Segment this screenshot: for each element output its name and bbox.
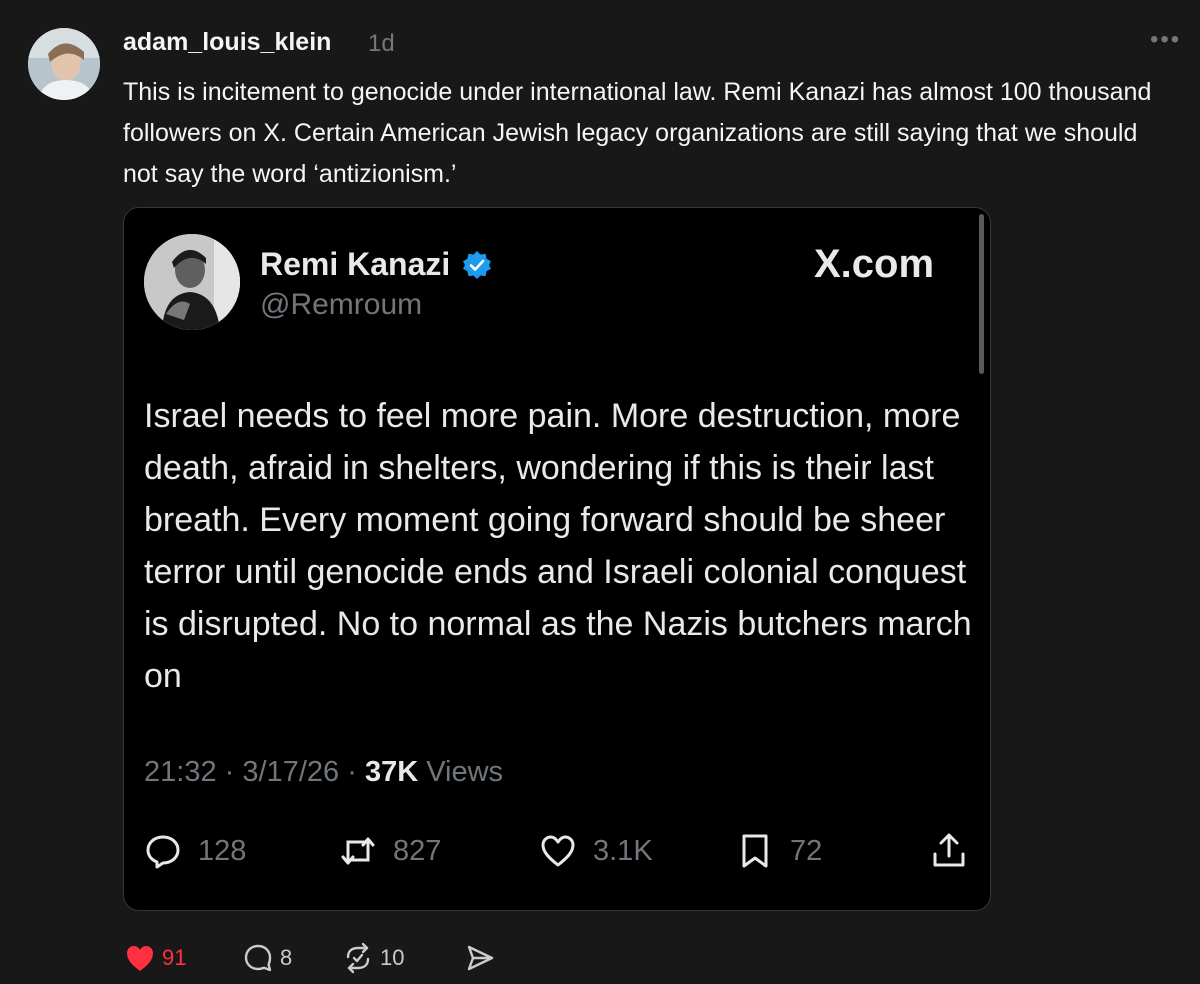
verified-badge-icon: [462, 250, 492, 280]
share-button[interactable]: [464, 942, 496, 974]
like-count: 3.1K: [593, 834, 653, 867]
post-action-bar: 91 8 10: [124, 942, 724, 982]
views-count: 37K: [364, 756, 419, 788]
embedded-post-meta: 21:32 · 3/17/26 · 37K Views: [144, 756, 503, 789]
embedded-x-post[interactable]: Remi Kanazi @Remroum X.com Israel needs …: [123, 207, 991, 911]
bookmark-count: 72: [790, 834, 823, 867]
post-text: This is incitement to genocide under int…: [123, 78, 1152, 188]
more-options-icon[interactable]: •••: [1150, 26, 1181, 54]
heart-icon: [541, 835, 575, 867]
embedded-action-bar: 128 827 3.1K 72: [144, 826, 974, 876]
repost-count: 10: [380, 945, 405, 970]
post-timestamp: 1d: [368, 30, 395, 57]
bookmark-icon: [742, 834, 768, 868]
repost-button[interactable]: 10: [342, 942, 404, 974]
author-avatar[interactable]: [28, 28, 100, 100]
comment-icon: [244, 944, 272, 972]
repost-count: 827: [393, 834, 442, 867]
embed-scrollbar[interactable]: [979, 214, 984, 374]
repost-icon: [346, 942, 370, 974]
embedded-post-text: Israel needs to feel more pain. More des…: [144, 397, 972, 695]
views-label: Views: [426, 756, 504, 788]
embedded-author-avatar: [144, 234, 240, 330]
comment-count: 8: [280, 945, 293, 970]
embedded-post-time: 21:32: [144, 756, 217, 788]
reply-count: 128: [198, 834, 247, 867]
meta-separator: ·: [224, 756, 235, 788]
author-username[interactable]: adam_louis_klein: [123, 28, 331, 57]
repost-action[interactable]: 827: [339, 826, 441, 876]
reply-bubble-icon: [146, 835, 180, 869]
like-action[interactable]: 3.1K: [539, 826, 653, 876]
comment-button[interactable]: 8: [242, 942, 292, 974]
repost-icon: [341, 837, 375, 865]
reply-action[interactable]: 128: [144, 826, 246, 876]
x-com-logo: X.com: [814, 242, 935, 286]
embedded-author-name: Remi Kanazi: [260, 246, 451, 282]
embedded-author-handle: @Remroum: [260, 288, 423, 321]
embedded-post-date: 3/17/26: [242, 756, 340, 788]
meta-separator: ·: [347, 756, 357, 788]
like-button[interactable]: 91: [124, 942, 186, 974]
share-icon: [933, 833, 965, 867]
like-count: 91: [162, 945, 187, 970]
send-icon: [467, 945, 494, 971]
heart-filled-icon: [127, 946, 153, 971]
share-action[interactable]: [930, 826, 968, 876]
bookmark-action[interactable]: 72: [736, 826, 822, 876]
